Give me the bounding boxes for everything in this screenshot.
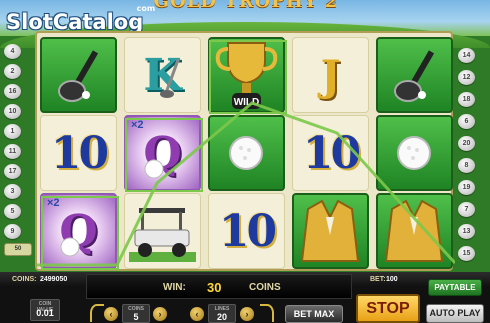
- ten-label: 10: [302, 127, 361, 179]
- payline-button[interactable]: 10: [4, 104, 21, 119]
- golf-club-icon: [58, 50, 99, 102]
- golf-club-icon: [394, 50, 435, 102]
- winning-cell-highlight: [41, 196, 119, 270]
- payline-button[interactable]: 16: [4, 84, 21, 99]
- payline-button[interactable]: 5: [4, 204, 21, 219]
- lines-decrease-icon[interactable]: ‹: [190, 307, 204, 321]
- payline-button[interactable]: 3: [4, 184, 21, 199]
- lines-increase-icon[interactable]: ›: [240, 307, 254, 321]
- payline-button[interactable]: 18: [458, 92, 475, 107]
- jack-label: J: [320, 50, 341, 100]
- win-value: 30: [207, 280, 222, 295]
- lines-selector[interactable]: LINES 20: [208, 304, 236, 323]
- coins-per-line-value: 5: [133, 312, 139, 322]
- payline-button[interactable]: 20: [458, 136, 475, 151]
- payline-button[interactable]: 7: [458, 202, 475, 217]
- payline-button[interactable]: 15: [458, 246, 475, 261]
- game-title: GOLD TROPHY 2: [153, 0, 339, 12]
- payline-button[interactable]: 12: [458, 70, 475, 85]
- bet-label: BET:: [370, 276, 386, 283]
- lines-value: 20: [216, 312, 227, 322]
- payline-column-left: 4 2 16 10 1 11 17 3 5 9: [4, 44, 24, 270]
- reel-5: [373, 33, 455, 269]
- coins-value: 2499050: [40, 276, 68, 283]
- logo-suffix: com: [136, 4, 156, 13]
- reel-4: J 10: [289, 33, 371, 269]
- payline-button[interactable]: 13: [458, 224, 475, 239]
- golf-ball-symbol: [208, 115, 285, 191]
- coins-increase-icon[interactable]: ›: [153, 307, 167, 321]
- coins-balance: COINS: 2499050: [4, 274, 82, 286]
- bet-display: BET: 100: [354, 274, 420, 286]
- gold-jacket-symbol: [376, 193, 453, 269]
- payline-button[interactable]: 11: [4, 144, 21, 159]
- payline-button[interactable]: 4: [4, 44, 21, 59]
- bet-value: 100: [386, 276, 398, 283]
- golf-club-icon: [160, 58, 180, 98]
- ten-symbol: 10: [40, 115, 117, 191]
- reel-area: 10 ×2 Q K ×2 Q WILD 10 J 10: [35, 31, 455, 271]
- golf-ball-symbol: [376, 115, 453, 191]
- payline-button[interactable]: 9: [4, 224, 21, 239]
- payline-button[interactable]: 8: [458, 158, 475, 173]
- king-symbol: K: [124, 37, 201, 113]
- coins-per-line-selector[interactable]: COINS 5: [122, 304, 150, 323]
- jack-symbol: J: [292, 37, 369, 113]
- coin-value-selector[interactable]: COIN VALUE 0.01: [30, 299, 60, 321]
- win-label: WIN:: [163, 282, 186, 293]
- winning-cell-highlight: [125, 118, 203, 192]
- payline-button[interactable]: 2: [4, 64, 21, 79]
- payline-button[interactable]: 14: [458, 48, 475, 63]
- payline-column-right: 14 12 18 6 20 8 19 7 13 15: [458, 44, 478, 270]
- autoplay-button[interactable]: AUTO PLAY: [426, 304, 484, 323]
- gold-jacket-symbol: [292, 193, 369, 269]
- golf-ball-icon: [229, 136, 263, 170]
- ten-symbol: 10: [208, 193, 285, 269]
- coins-decrease-icon[interactable]: ‹: [104, 307, 118, 321]
- gold-jacket-icon: [384, 199, 444, 262]
- golf-ball-icon: [397, 136, 431, 170]
- ten-label: 10: [218, 205, 277, 257]
- winning-cell-highlight: [209, 40, 287, 114]
- golf-club-symbol: [40, 37, 117, 113]
- laurel-icon: [90, 304, 104, 322]
- gold-jacket-icon: [300, 199, 360, 262]
- payline-button[interactable]: 1: [4, 124, 21, 139]
- payline-button[interactable]: 19: [458, 180, 475, 195]
- coin-value: 0.01: [36, 308, 54, 318]
- golf-club-symbol: [376, 37, 453, 113]
- payline-button[interactable]: 6: [458, 114, 475, 129]
- stop-button[interactable]: STOP: [356, 294, 420, 323]
- win-unit: COINS: [249, 282, 281, 293]
- paytable-button[interactable]: PAYTABLE: [428, 279, 482, 296]
- laurel-icon: [260, 304, 274, 322]
- payline-button[interactable]: 17: [4, 164, 21, 179]
- lines-count-tab: 50: [4, 243, 32, 256]
- ten-label: 10: [50, 127, 109, 179]
- win-display: WIN: 30 COINS: [86, 274, 352, 299]
- golf-cart-symbol: [124, 193, 201, 269]
- golf-cart-icon: [129, 208, 196, 262]
- coins-label: COINS:: [12, 276, 37, 283]
- ten-symbol: 10: [292, 115, 369, 191]
- bet-max-button[interactable]: BET MAX: [285, 305, 343, 323]
